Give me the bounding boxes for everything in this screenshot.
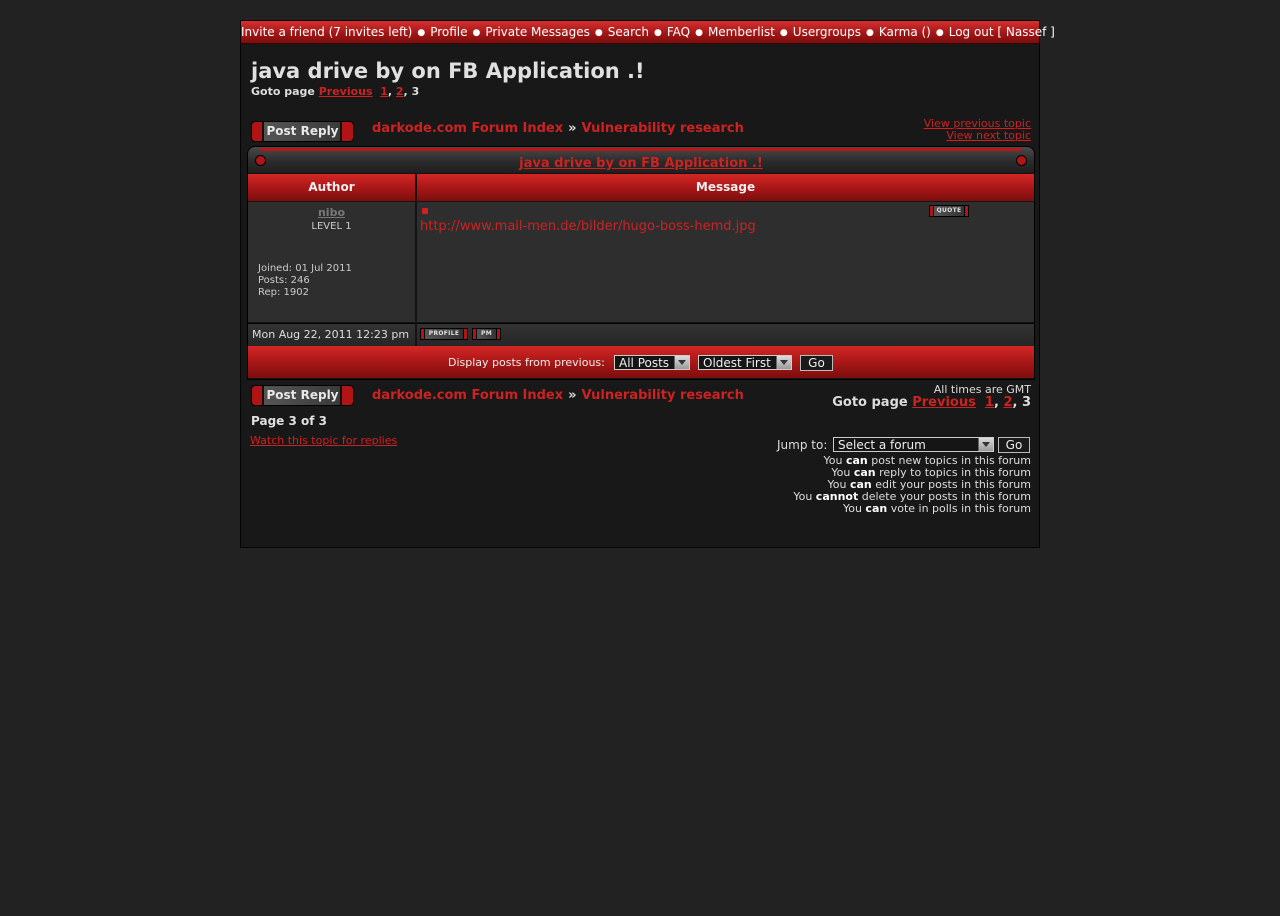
post-table: java drive by on FB Application .! Autho… bbox=[247, 146, 1035, 380]
topic-title-link[interactable]: java drive by on FB Application .! bbox=[519, 156, 763, 171]
topic-navigation: View previous topic View next topic bbox=[924, 118, 1031, 142]
author-posts: Posts: 246 bbox=[258, 275, 310, 286]
header-accent-line bbox=[260, 148, 1022, 151]
post-icon bbox=[422, 208, 428, 214]
nav-separator: ● bbox=[417, 28, 426, 38]
nav-separator: ● bbox=[779, 28, 788, 38]
nav-karma[interactable]: Karma () bbox=[879, 25, 931, 39]
quote-button[interactable]: QUOTE bbox=[929, 205, 969, 217]
sort-order-select[interactable]: Oldest First bbox=[698, 355, 792, 370]
nav-search[interactable]: Search bbox=[608, 25, 649, 39]
post-reply-button[interactable]: Post Reply bbox=[251, 121, 354, 142]
breadcrumb: darkode.com Forum Index » Vulnerability re… bbox=[372, 121, 744, 136]
chevron-down-icon bbox=[674, 356, 689, 369]
page-title: java drive by on FB Application .! bbox=[251, 59, 645, 83]
jump-go-button[interactable]: Go bbox=[998, 437, 1030, 453]
nav-separator: ● bbox=[866, 28, 874, 38]
nav-faq[interactable]: FAQ bbox=[667, 25, 690, 39]
nav-separator: ● bbox=[695, 28, 703, 38]
nav-separator: ● bbox=[653, 28, 662, 38]
goto-page-1-link[interactable]: 1 bbox=[380, 85, 388, 98]
nav-private-messages[interactable]: Private Messages bbox=[485, 25, 590, 39]
breadcrumb-forum[interactable]: Vulnerability research bbox=[582, 121, 744, 136]
nav-separator: ● bbox=[594, 28, 603, 38]
message-cell: QUOTE http://www.mail-men.de/bilder/hugo… bbox=[417, 202, 1034, 322]
breadcrumb-forum[interactable]: Vulnerability research bbox=[582, 388, 744, 403]
nav-separator: ● bbox=[472, 28, 481, 38]
post-date: Mon Aug 22, 2011 12:23 pm bbox=[248, 323, 415, 346]
watch-topic-link[interactable]: Watch this topic for replies bbox=[250, 434, 397, 447]
chevron-down-icon bbox=[978, 438, 993, 451]
goto-previous-link[interactable]: Previous bbox=[319, 85, 373, 98]
post-content-link[interactable]: http://www.mail-men.de/bilder/hugo-boss-… bbox=[420, 219, 756, 234]
jump-to-forum-value: Select a forum bbox=[838, 438, 926, 452]
breadcrumb-bottom: darkode.com Forum Index » Vulnerability re… bbox=[372, 388, 744, 403]
nav-separator: ● bbox=[935, 28, 944, 38]
display-posts-bar: Display posts from previous: All Posts O… bbox=[248, 346, 1034, 378]
jump-to-label: Jump to: bbox=[777, 438, 828, 452]
author-name-link[interactable]: nibo bbox=[248, 206, 415, 219]
page-of-label: Page 3 of 3 bbox=[251, 414, 327, 428]
header-dot-icon bbox=[255, 155, 266, 166]
view-next-topic-link[interactable]: View next topic bbox=[924, 130, 1031, 142]
current-page: 3 bbox=[411, 85, 420, 98]
jump-to-forum-select[interactable]: Select a forum bbox=[833, 437, 994, 452]
forum-permissions: You can post new topics in this forum Yo… bbox=[793, 455, 1031, 515]
breadcrumb-separator: » bbox=[568, 388, 577, 403]
sort-order-value: Oldest First bbox=[703, 356, 771, 370]
nav-logout[interactable]: Log out [ Nassef ] bbox=[949, 25, 1055, 39]
goto-page-bottom: Goto page Previous 1, 2, 3 bbox=[832, 395, 1031, 410]
header-dot-icon bbox=[1016, 155, 1027, 166]
goto-label: Goto page bbox=[251, 85, 315, 98]
breadcrumb-forum-index[interactable]: darkode.com Forum Index bbox=[372, 388, 563, 403]
author-column-header: Author bbox=[248, 174, 415, 201]
goto-page-1-link[interactable]: 1 bbox=[985, 395, 994, 410]
nav-usergroups[interactable]: Usergroups bbox=[793, 25, 861, 39]
goto-label: Goto page bbox=[832, 395, 908, 410]
topic-header-bar: java drive by on FB Application .! bbox=[248, 147, 1034, 173]
author-rep: Rep: 1902 bbox=[258, 287, 309, 298]
forum-container: Invite a friend (7 invites left) ● Profile… bbox=[240, 20, 1055, 548]
nav-profile[interactable]: Profile bbox=[430, 25, 467, 39]
permission-line: You can vote in polls in this forum bbox=[842, 502, 1031, 515]
current-page: 3 bbox=[1021, 395, 1031, 410]
breadcrumb-forum-index[interactable]: darkode.com Forum Index bbox=[372, 121, 563, 136]
author-cell: nibo LEVEL 1 Joined: 01 Jul 2011 Posts: … bbox=[248, 202, 415, 322]
display-go-button[interactable]: Go bbox=[800, 355, 833, 371]
goto-previous-link[interactable]: Previous bbox=[912, 395, 976, 410]
post-footer-buttons: PROFILE PM bbox=[417, 323, 1034, 346]
goto-page-2-link[interactable]: 2 bbox=[396, 85, 404, 98]
author-joined: Joined: 01 Jul 2011 bbox=[258, 263, 352, 274]
nav-memberlist[interactable]: Memberlist bbox=[708, 25, 775, 39]
posts-period-value: All Posts bbox=[619, 356, 670, 370]
posts-period-select[interactable]: All Posts bbox=[614, 355, 690, 370]
pm-button[interactable]: PM bbox=[472, 328, 501, 340]
author-stats: Joined: 01 Jul 2011 Posts: 246 Rep: 1902 bbox=[258, 263, 352, 299]
post-reply-button-bottom[interactable]: Post Reply bbox=[251, 385, 354, 406]
message-column-header: Message bbox=[417, 174, 1034, 201]
display-posts-label: Display posts from previous: bbox=[448, 356, 605, 369]
breadcrumb-separator: » bbox=[568, 121, 577, 136]
goto-page-2-link[interactable]: 2 bbox=[1003, 395, 1012, 410]
chevron-down-icon bbox=[776, 356, 791, 369]
author-level: LEVEL 1 bbox=[311, 221, 352, 232]
top-nav-bar: Invite a friend (7 invites left) ● Profile… bbox=[241, 21, 1055, 44]
goto-page-top: Goto page Previous 1, 2, 3 bbox=[251, 85, 420, 98]
nav-invite-friend[interactable]: Invite a friend (7 invites left) bbox=[241, 25, 412, 39]
profile-button[interactable]: PROFILE bbox=[420, 328, 468, 340]
